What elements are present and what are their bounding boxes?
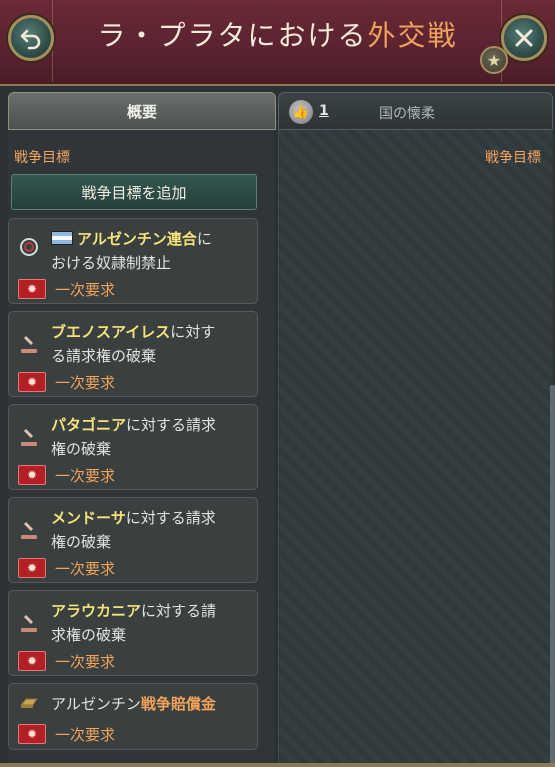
primary-demand-icon: ✹ [18, 279, 46, 299]
primary-demand-icon: ✹ [18, 724, 46, 744]
goal-desc-1: に対する請求 [125, 509, 216, 527]
goal-target: パタゴニア [51, 416, 127, 434]
back-button[interactable] [8, 15, 54, 61]
title-accent: 外交戦 [367, 19, 458, 52]
war-goal-text: アラウカニアに対する請 求権の破棄 [51, 599, 251, 647]
goal-desc-2: 求権の破棄 [51, 626, 127, 644]
war-goal-card[interactable]: ブエノスアイレスに対す る請求権の破棄 ✹ 一次要求 [8, 311, 258, 397]
goal-desc-1: に [196, 230, 212, 248]
star-icon: ★ [486, 50, 502, 70]
goal-desc-2: る請求権の破棄 [51, 347, 157, 365]
requirement-label: 一次要求 [55, 560, 116, 578]
goal-desc-1: に対す [170, 323, 216, 341]
gavel-svg [21, 614, 37, 632]
war-goal-card[interactable]: メンドーサに対する請求 権の破棄 ✹ 一次要求 [8, 497, 258, 583]
tab-overview[interactable]: 概要 [8, 92, 276, 130]
goal-target: メンドーサ [51, 509, 126, 527]
requirement-label: 一次要求 [55, 726, 116, 744]
war-goal-card[interactable]: アルゼンチン戦争賠償金 ✹ 一次要求 [8, 683, 258, 750]
shackles-icon [17, 235, 41, 259]
goal-target: アラウカニア [51, 602, 142, 620]
primary-demand-icon: ✹ [18, 651, 46, 671]
goal-desc-1: 戦争賠償金 [140, 695, 216, 713]
gavel-svg [21, 428, 37, 446]
argentina-flag-icon [51, 231, 73, 245]
war-goal-text: アルゼンチン戦争賠償金 [51, 692, 251, 716]
goal-desc-2: 権の破棄 [51, 533, 112, 551]
war-goal-text: ブエノスアイレスに対す る請求権の破棄 [51, 320, 251, 368]
requirement-label: 一次要求 [55, 653, 116, 671]
gold-bars-svg [19, 698, 38, 708]
tab-bar: 概要 👍 1 国の懐柔 [8, 92, 553, 130]
window-title: ラ・プラタにおける外交戦 [60, 14, 495, 54]
add-war-goal-button[interactable]: 戦争目標を追加 [11, 174, 257, 210]
scrollbar[interactable] [550, 385, 555, 767]
supporter-count: 1 [319, 103, 329, 119]
window-header: ラ・プラタにおける外交戦 ★ [0, 0, 555, 86]
war-goal-card[interactable]: アラウカニアに対する請 求権の破棄 ✹ 一次要求 [8, 590, 258, 676]
close-icon [515, 29, 533, 47]
back-arrow-icon [20, 29, 41, 50]
goal-desc-1: に対する請求 [126, 416, 217, 434]
left-panel: 戦争目標 戦争目標を追加 アルゼンチン連合に おける奴隷制禁止 ✹ 一次要求 ブ… [8, 130, 274, 767]
right-panel: 戦争目標 [278, 130, 553, 767]
goal-target: アルゼンチン [51, 695, 141, 713]
requirement-label: 一次要求 [55, 281, 116, 299]
gavel-icon [17, 332, 41, 356]
gavel-svg [21, 521, 37, 539]
primary-demand-icon: ✹ [18, 372, 46, 392]
goal-desc-1: に対する請 [141, 602, 217, 620]
war-goal-text: パタゴニアに対する請求 権の破棄 [51, 413, 251, 461]
goal-target: ブエノスアイレス [51, 323, 171, 341]
bottom-frame [0, 763, 555, 767]
primary-demand-icon: ✹ [18, 465, 46, 485]
goal-desc-2: 権の破棄 [51, 440, 112, 458]
primary-demand-icon: ✹ [18, 558, 46, 578]
requirement-label: 一次要求 [55, 467, 116, 485]
tab-persuade-label: 国の懐柔 [379, 106, 435, 122]
war-goal-card[interactable]: パタゴニアに対する請求 権の破棄 ✹ 一次要求 [8, 404, 258, 490]
shackles-svg [20, 238, 38, 256]
gavel-svg [21, 335, 37, 353]
gavel-icon [17, 611, 41, 635]
right-section-label: 戦争目標 [485, 150, 541, 166]
war-goal-text: アルゼンチン連合に おける奴隷制禁止 [51, 227, 251, 275]
gavel-icon [17, 518, 41, 542]
tab-persuade-country[interactable]: 👍 1 国の懐柔 [278, 92, 553, 130]
gold-bars-icon [17, 690, 41, 714]
tab-overview-label: 概要 [126, 102, 157, 121]
war-goal-card[interactable]: アルゼンチン連合に おける奴隷制禁止 ✹ 一次要求 [8, 218, 258, 304]
war-goal-text: メンドーサに対する請求 権の破棄 [51, 506, 251, 554]
title-main: ラ・プラタにおける [97, 19, 368, 52]
requirement-label: 一次要求 [55, 374, 116, 392]
goal-desc-2: おける奴隷制禁止 [51, 254, 172, 272]
goal-target: アルゼンチン連合 [77, 230, 197, 248]
close-button[interactable] [501, 15, 547, 61]
left-section-label: 戦争目標 [14, 150, 70, 166]
gavel-icon [17, 425, 41, 449]
thumbs-up-icon: 👍 [289, 100, 313, 124]
favorite-star-button[interactable]: ★ [480, 46, 508, 74]
